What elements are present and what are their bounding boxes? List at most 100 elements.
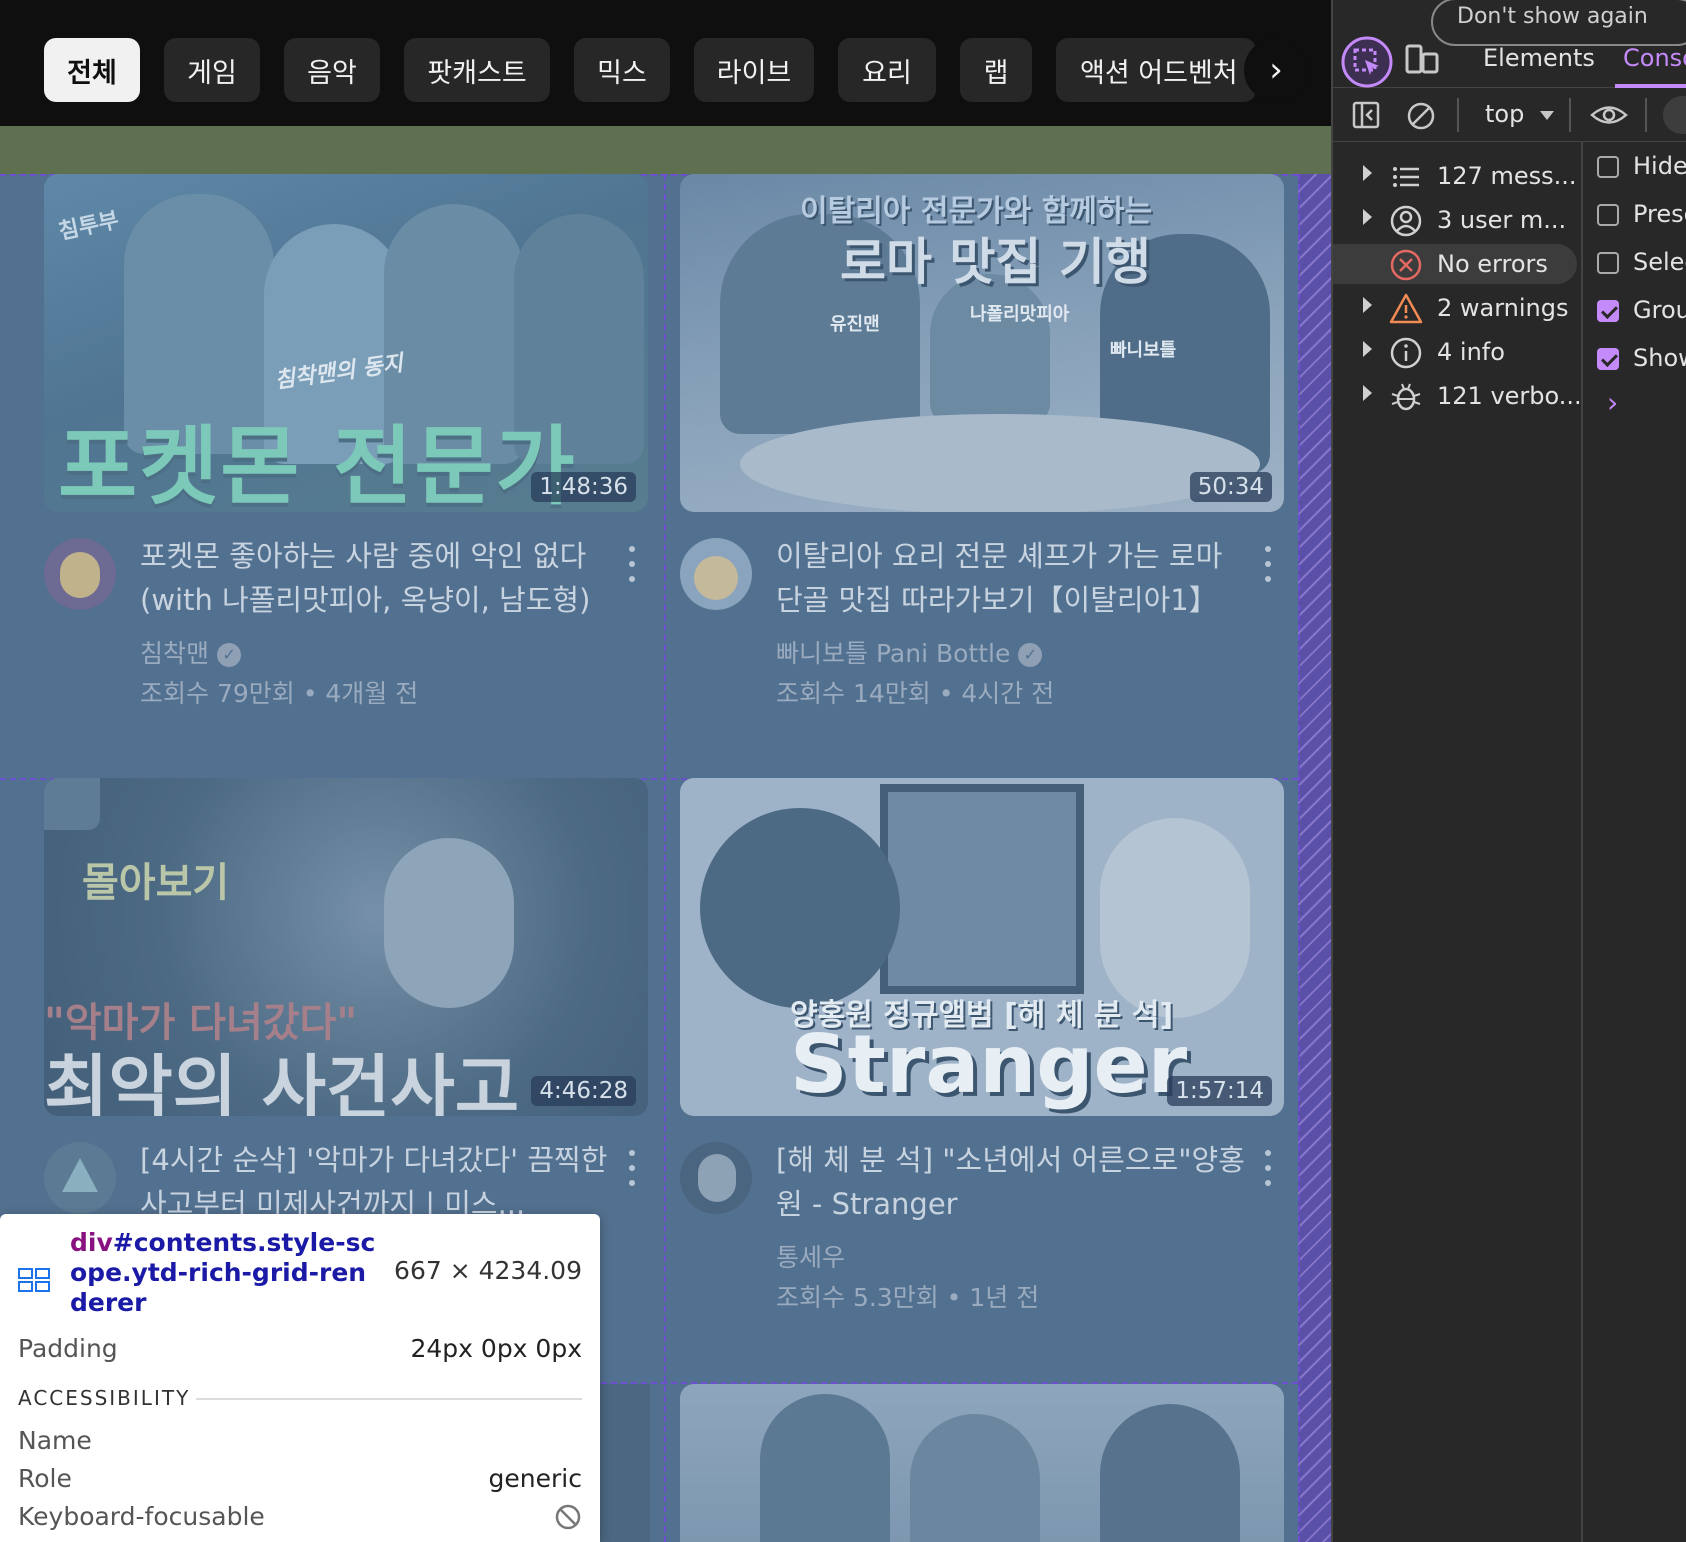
sidebar-item-errors[interactable]: No errors (1333, 244, 1577, 284)
setting-label: Show CORS errors in console (1633, 344, 1686, 372)
setting-show-cors[interactable]: Show CORS errors in console (1597, 340, 1686, 380)
youtube-page: 전체 게임 음악 팟캐스트 믹스 라이브 요리 랩 액션 어드벤처 게임 › (0, 0, 1331, 1542)
avatar[interactable] (44, 538, 116, 610)
chip-mix[interactable]: 믹스 (574, 38, 670, 102)
tab-console[interactable]: Console (1623, 44, 1686, 72)
video-title[interactable]: [해 체 분 석] "소년에서 어른으로"양홍원 - Stranger (776, 1138, 1246, 1226)
avatar-face (698, 1154, 736, 1202)
chip-all[interactable]: 전체 (44, 38, 140, 102)
video-thumbnail[interactable]: 몰아보기 "악마가 다녀갔다" 최악의 사건사고 4:46:28 (44, 778, 648, 1116)
sidebar-item-label: 3 user m... (1437, 206, 1567, 234)
chip-rap[interactable]: 랩 (960, 38, 1032, 102)
person-figure (1100, 818, 1250, 1018)
checkbox-checked[interactable] (1597, 300, 1619, 322)
chip-podcast[interactable]: 팟캐스트 (404, 38, 550, 102)
devtools-tabbar: Don't show again Elements Console (1333, 0, 1686, 88)
chip-action-adventure[interactable]: 액션 어드벤처 게임 (1056, 38, 1256, 102)
chip-cooking[interactable]: 요리 (838, 38, 936, 102)
setting-label: Preserve log (1633, 200, 1686, 228)
list-icon (1393, 167, 1419, 187)
thumb-caption-big: 포켓몬 전문가 (58, 417, 577, 512)
person-figure (930, 274, 1050, 424)
grid-layout-icon (18, 1268, 50, 1292)
dont-show-again-button[interactable]: Don't show again (1431, 0, 1686, 46)
video-thumbnail[interactable]: 양홍원 정규앨범 [해 체 분 석] Stranger 1:57:14 (680, 778, 1284, 1116)
video-title[interactable]: [4시간 순삭] '악마가 다녀갔다' 끔찍한 사고부터 미제사건까지 | 미스… (140, 1138, 610, 1226)
sidebar-item-user-messages[interactable]: 3 user m... (1333, 200, 1577, 240)
channel-name[interactable]: 빠니보틀 Pani Bottle ✓ (776, 634, 1043, 670)
element-size: 667 × 4234.09 (394, 1256, 582, 1285)
sidebar-item-warnings[interactable]: 2 warnings (1333, 288, 1577, 328)
filter-input[interactable] (1663, 96, 1686, 134)
accessibility-heading: ACCESSIBILITY (18, 1386, 191, 1410)
duration-badge: 4:46:28 (531, 1076, 636, 1106)
checkbox[interactable] (1597, 252, 1619, 274)
grid-outline (1298, 174, 1300, 1542)
setting-hide-network[interactable]: Hide network (1597, 148, 1686, 188)
inspect-element-icon[interactable] (1341, 36, 1393, 88)
video-title[interactable]: 이탈리아 요리 전문 셰프가 가는 로마 단골 맛집 따라가보기【이탈리아1】 (776, 534, 1246, 622)
checkbox-checked[interactable] (1597, 348, 1619, 370)
checkbox[interactable] (1597, 204, 1619, 226)
name-row: Name (18, 1426, 582, 1455)
avatar-face (60, 552, 100, 598)
device-toggle-icon[interactable] (1403, 42, 1441, 78)
duration-badge: 50:34 (1189, 472, 1272, 502)
setting-group-similar[interactable]: Group similar messages in console (1597, 292, 1686, 332)
sidebar-toggle-icon[interactable] (1351, 100, 1381, 130)
dropdown-arrow-icon (1539, 110, 1554, 120)
avatar[interactable] (680, 1142, 752, 1214)
person-figure (910, 1414, 1040, 1542)
expand-arrow-icon (1363, 385, 1372, 401)
more-actions-icon[interactable] (1258, 540, 1278, 588)
sidebar-item-label: 2 warnings (1437, 294, 1569, 322)
video-title[interactable]: 포켓몬 좋아하는 사람 중에 악인 없다 (with 나폴리맛피아, 옥냥이, … (140, 534, 610, 622)
channel-name[interactable]: 침착맨 ✓ (140, 634, 242, 670)
video-thumbnail[interactable]: 침투부 침착맨의 동지 포켓몬 전문가 1:48:36 (44, 174, 648, 512)
role-label: Role (18, 1464, 72, 1493)
chevron-right-icon: › (1269, 50, 1283, 90)
more-actions-icon[interactable] (1258, 1144, 1278, 1192)
video-thumbnail-partial[interactable] (680, 1384, 1284, 1542)
inspect-tooltip: div#contents.style-scope.ytd-rich-grid-r… (0, 1214, 600, 1542)
setting-selected-context[interactable]: Selected context only (1597, 244, 1686, 284)
duration-badge: 1:57:14 (1167, 1076, 1272, 1106)
more-actions-icon[interactable] (622, 1144, 642, 1192)
more-actions-icon[interactable] (622, 540, 642, 588)
padding-label: Padding (18, 1334, 118, 1363)
live-expression-eye-icon[interactable] (1589, 100, 1629, 130)
checkbox[interactable] (1597, 156, 1619, 178)
chip-music[interactable]: 음악 (284, 38, 380, 102)
role-row: Role generic (18, 1464, 582, 1493)
video-meta: 조회수 14만회 • 4시간 전 (776, 679, 1055, 708)
avatar[interactable] (44, 1142, 116, 1214)
video-thumbnail[interactable]: 이탈리아 전문가와 함께하는 로마 맛집 기행 나폴리맛피아 빠니보틀 유진맨 … (680, 174, 1284, 512)
sidebar-item-info[interactable]: 4 info (1333, 332, 1577, 372)
face-figure (384, 838, 514, 1008)
tab-elements[interactable]: Elements (1483, 44, 1595, 72)
console-prompt-icon[interactable]: › (1607, 386, 1618, 419)
chip-next-button[interactable]: › (1244, 38, 1308, 102)
sidebar-item-verbose[interactable]: 121 verbo... (1333, 376, 1582, 416)
not-focusable-icon (555, 1504, 581, 1529)
sidebar-item-label: No errors (1437, 250, 1548, 278)
person-figure (1100, 1404, 1240, 1542)
chip-live[interactable]: 라이브 (694, 38, 814, 102)
selector-id-class: #contents.style-scope.ytd-rich-grid-rend… (70, 1228, 376, 1317)
avatar[interactable] (680, 538, 752, 610)
setting-label: Selected context only (1633, 248, 1686, 276)
person-figure (760, 1394, 890, 1542)
thumb-caption-small: 몰아보기 (82, 860, 230, 906)
sidebar-item-messages[interactable]: 127 mess... (1333, 156, 1577, 196)
channel-name[interactable]: 통세우 (776, 1238, 845, 1274)
selector-tag: div (70, 1228, 113, 1257)
expand-arrow-icon (1363, 209, 1372, 225)
divider (1645, 98, 1647, 132)
padding-value: 24px 0px 0px (410, 1334, 582, 1363)
divider (1569, 98, 1571, 132)
setting-preserve-log[interactable]: Preserve log (1597, 196, 1686, 236)
chip-gaming[interactable]: 게임 (164, 38, 260, 102)
context-selector[interactable]: top (1485, 100, 1554, 128)
thumb-caption-big: Stranger (790, 1018, 1188, 1111)
clear-console-icon[interactable] (1405, 100, 1437, 132)
